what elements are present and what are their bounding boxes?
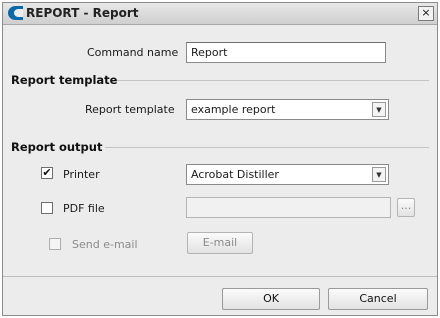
report-template-value: example report [191,103,276,116]
send-email-label: Send e-mail [72,238,138,251]
printer-select[interactable]: Acrobat Distiller ▼ [186,164,389,185]
cancel-button[interactable]: Cancel [328,288,428,310]
printer-checkbox[interactable]: ✔ [41,167,53,179]
report-output-section-title: Report output [11,140,103,154]
report-output-divider [105,147,429,148]
printer-label: Printer [63,168,100,181]
chevron-down-icon[interactable]: ▼ [372,167,386,182]
close-button[interactable]: × [418,6,434,21]
report-template-divider [117,80,429,81]
app-logo-icon [8,6,23,20]
report-template-section-title: Report template [11,73,118,87]
report-template-label: Report template [85,103,175,116]
pdf-file-path-input[interactable] [186,197,391,218]
pdf-file-checkbox[interactable] [41,202,53,214]
title-bar[interactable]: REPORT - Report × [3,3,437,25]
report-template-select[interactable]: example report ▼ [186,99,389,120]
window-title: REPORT - Report [26,6,139,20]
email-button[interactable]: E-mail [187,232,253,254]
browse-pdf-button[interactable]: ... [397,198,415,217]
footer-divider [3,276,437,277]
printer-value: Acrobat Distiller [191,168,279,181]
command-name-input[interactable]: Report [186,42,386,63]
report-dialog: REPORT - Report × Command name Report Re… [2,2,438,316]
send-email-checkbox[interactable] [49,238,61,250]
ok-button[interactable]: OK [222,288,320,310]
command-name-label: Command name [87,46,179,59]
chevron-down-icon[interactable]: ▼ [372,102,386,117]
pdf-file-label: PDF file [63,202,105,215]
